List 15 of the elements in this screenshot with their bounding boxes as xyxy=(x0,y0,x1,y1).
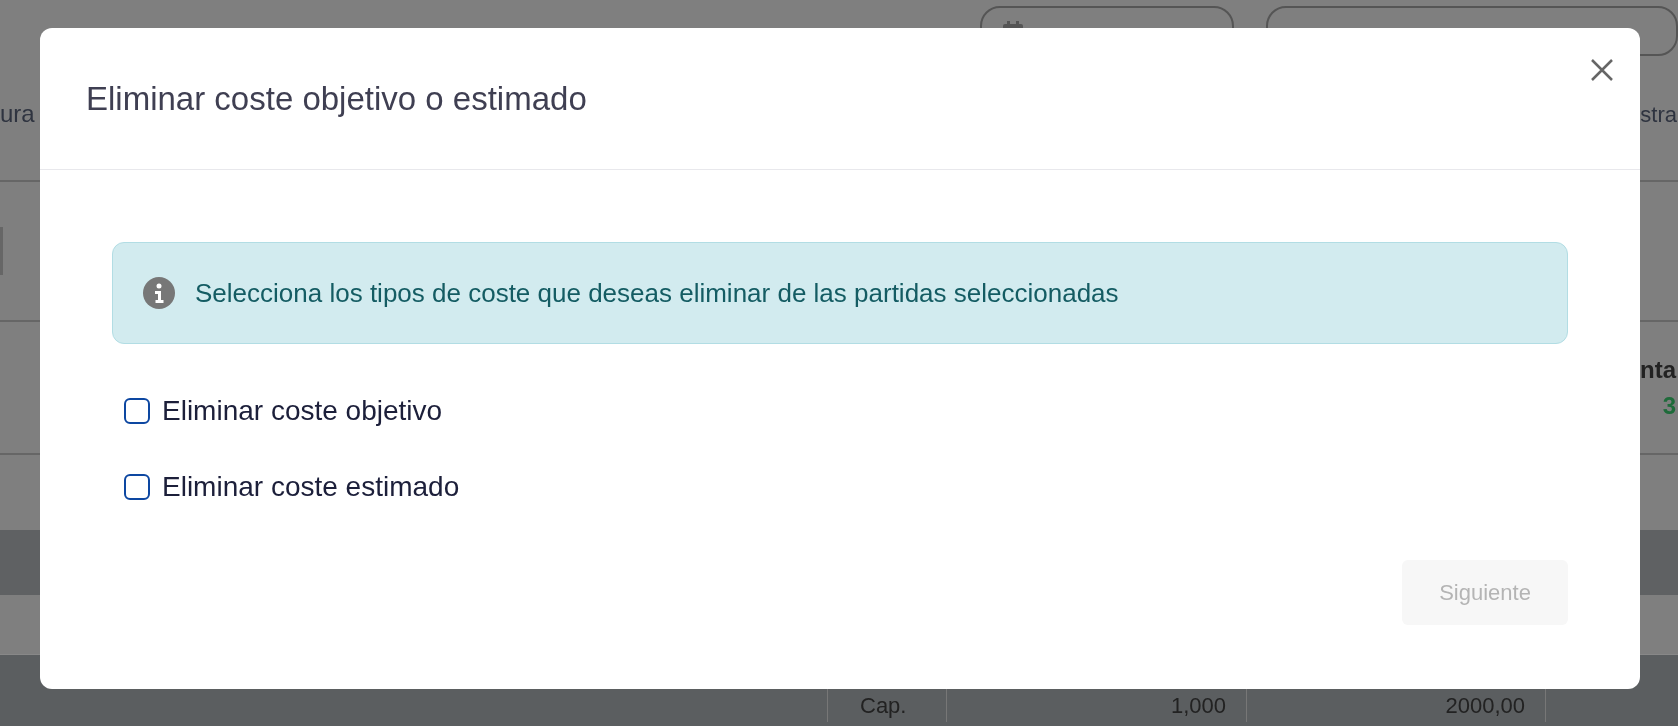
heading-text: stra xyxy=(1640,100,1678,129)
checkbox[interactable] xyxy=(124,474,150,500)
heading-text: ura xyxy=(0,99,36,129)
checkbox[interactable] xyxy=(124,398,150,424)
info-icon xyxy=(143,277,175,309)
alert-message: Selecciona los tipos de coste que deseas eliminar de las partidas seleccionadas xyxy=(195,276,1119,310)
table-cell-text: 1,000 xyxy=(1170,692,1226,720)
table-cell-text: Cap. xyxy=(860,692,907,720)
table-cell-text: 2000,00 xyxy=(1445,692,1525,720)
summary-value: 3 xyxy=(1662,390,1676,421)
checkbox-label: Eliminar coste objetivo xyxy=(162,394,443,428)
close-icon xyxy=(1590,58,1614,82)
summary-label: nta xyxy=(1640,354,1676,385)
dialog-title: Eliminar coste objetivo o estimado xyxy=(86,78,587,119)
checkbox-label: Eliminar coste estimado xyxy=(162,470,460,504)
